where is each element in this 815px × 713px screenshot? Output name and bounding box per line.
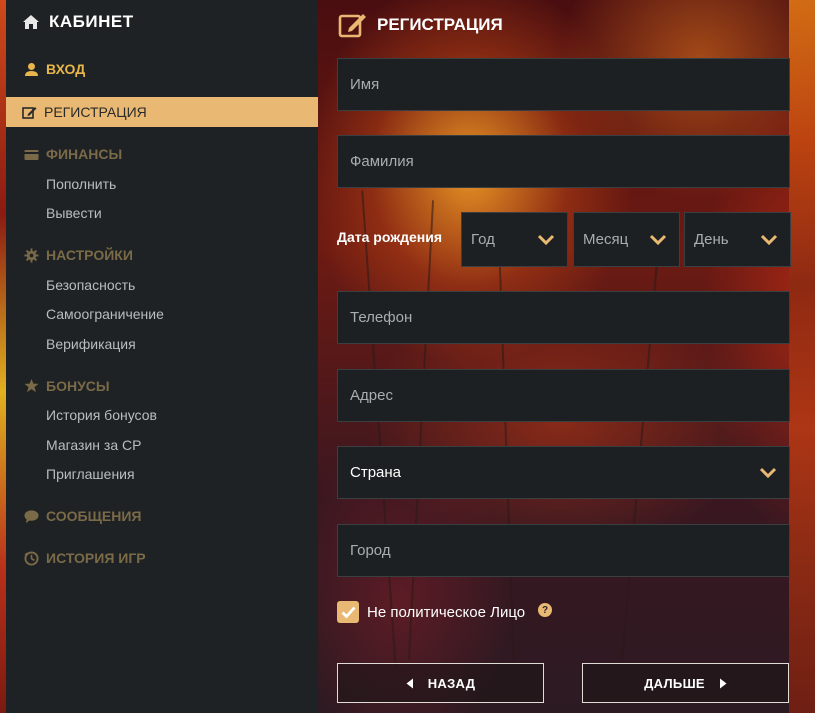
birth-date-label: Дата рождения (337, 229, 443, 245)
home-icon (23, 15, 39, 29)
sidebar-section-game-history[interactable]: ИСТОРИЯ ИГР (6, 543, 318, 573)
sidebar-item-invitations[interactable]: Приглашения (6, 460, 318, 490)
birth-month-select[interactable]: Месяц (573, 212, 680, 267)
sidebar-item-label: ВХОД (46, 61, 86, 77)
first-name-field[interactable]: Имя (337, 58, 790, 111)
sidebar-item-registration[interactable]: РЕГИСТРАЦИЯ (6, 97, 318, 127)
page-title: РЕГИСТРАЦИЯ (338, 10, 503, 40)
next-button[interactable]: ДАЛЬШЕ (582, 663, 789, 703)
sidebar-section-finances[interactable]: ФИНАНСЫ (6, 139, 318, 169)
country-select[interactable]: Страна (337, 446, 790, 499)
sidebar-section-label: ИСТОРИЯ ИГР (46, 550, 146, 566)
pep-checkbox-label: Не политическое Лицо (367, 603, 526, 621)
last-name-field[interactable]: Фамилия (337, 135, 790, 188)
sidebar-title: КАБИНЕТ (6, 0, 318, 44)
check-icon (341, 606, 356, 619)
question-icon[interactable]: ? (538, 603, 553, 617)
pep-checkbox[interactable] (337, 601, 359, 623)
sidebar-title-label: КАБИНЕТ (49, 12, 134, 31)
caret-left-icon (406, 678, 413, 688)
sidebar-item-verification[interactable]: Верификация (6, 329, 318, 359)
pep-checkbox-row: Не политическое Лицо ? (337, 600, 553, 624)
chevron-down-icon (760, 234, 778, 245)
chevron-down-icon (649, 234, 667, 245)
chevron-down-icon (759, 467, 777, 478)
sidebar-item-deposit[interactable]: Пополнить (6, 169, 318, 199)
birth-year-value: Год (471, 231, 495, 248)
sidebar-item-security[interactable]: Безопасность (6, 270, 318, 300)
address-field[interactable]: Адрес (337, 369, 790, 422)
sidebar: КАБИНЕТ ВХОД РЕГИСТРАЦИЯ ФИНАНСЫ Пополни… (6, 0, 318, 713)
user-icon (25, 62, 38, 76)
sidebar-section-label: НАСТРОЙКИ (46, 247, 133, 263)
history-icon (24, 550, 39, 566)
chat-icon (24, 509, 39, 523)
city-field[interactable]: Город (337, 524, 790, 577)
page-title-label: РЕГИСТРАЦИЯ (377, 15, 503, 34)
sidebar-item-bonus-history[interactable]: История бонусов (6, 401, 318, 431)
sidebar-section-messages[interactable]: СООБЩЕНИЯ (6, 501, 318, 531)
birth-day-select[interactable]: День (684, 212, 791, 267)
back-button[interactable]: НАЗАД (337, 663, 544, 703)
caret-right-icon (719, 678, 727, 688)
edit-icon (22, 106, 37, 119)
edit-icon (338, 14, 366, 38)
sidebar-section-label: БОНУСЫ (46, 377, 110, 394)
sidebar-item-cp-shop[interactable]: Магазин за CP (6, 430, 318, 460)
sidebar-section-bonuses[interactable]: БОНУСЫ (6, 371, 318, 401)
phone-field[interactable]: Телефон (337, 291, 790, 344)
birth-year-select[interactable]: Год (461, 212, 568, 267)
sidebar-item-login[interactable]: ВХОД (6, 44, 318, 94)
birth-day-value: День (694, 231, 729, 248)
sidebar-item-self-exclusion[interactable]: Самоограничение (6, 300, 318, 330)
country-value: Страна (350, 464, 402, 481)
sidebar-section-label: СООБЩЕНИЯ (46, 508, 142, 524)
sidebar-section-settings[interactable]: НАСТРОЙКИ (6, 240, 318, 270)
gear-icon (24, 247, 39, 263)
sidebar-section-label: ФИНАНСЫ (46, 146, 123, 162)
chevron-down-icon (537, 234, 555, 245)
sidebar-item-withdraw[interactable]: Вывести (6, 199, 318, 229)
sidebar-item-label: РЕГИСТРАЦИЯ (44, 104, 147, 120)
back-button-label: НАЗАД (427, 675, 476, 691)
next-button-label: ДАЛЬШЕ (644, 675, 705, 691)
birth-month-value: Месяц (583, 231, 629, 248)
star-icon (24, 378, 39, 393)
wallet-icon (24, 149, 39, 160)
registration-panel: РЕГИСТРАЦИЯ Имя Фамилия Дата рождения Го… (318, 0, 815, 713)
